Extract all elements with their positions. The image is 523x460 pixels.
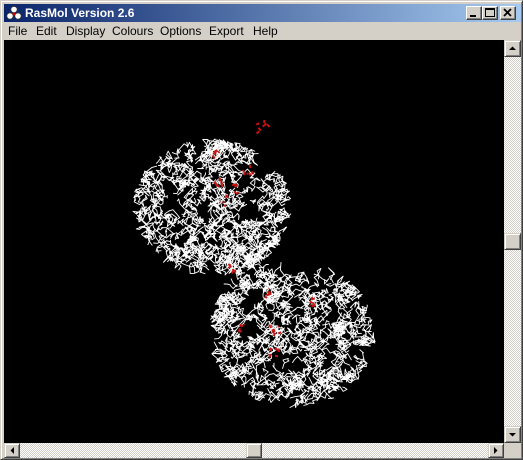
scroll-right-button[interactable]	[488, 443, 504, 458]
menu-export[interactable]: Export	[209, 24, 244, 38]
arrow-down-icon	[509, 433, 516, 437]
scroll-up-button[interactable]	[504, 40, 521, 57]
horizontal-scroll-thumb[interactable]	[246, 443, 262, 458]
size-grip	[504, 443, 521, 458]
maximize-icon	[485, 8, 495, 17]
title-bar[interactable]: RasMol Version 2.6	[4, 4, 521, 22]
minimize-button[interactable]	[466, 6, 482, 20]
arrow-up-icon	[509, 46, 516, 50]
menu-colours[interactable]: Colours	[112, 24, 153, 38]
rasmol-window: RasMol Version 2.6 File Edit Display Col…	[0, 0, 523, 460]
menu-file[interactable]: File	[8, 24, 27, 38]
scroll-left-button[interactable]	[4, 443, 20, 458]
menu-display[interactable]: Display	[66, 24, 105, 38]
vertical-scroll-thumb[interactable]	[504, 233, 521, 250]
rasmol-app-icon	[6, 5, 22, 20]
menu-help[interactable]: Help	[253, 24, 278, 38]
vertical-scrollbar[interactable]	[504, 40, 521, 443]
scroll-down-button[interactable]	[504, 426, 521, 443]
menu-options[interactable]: Options	[160, 24, 201, 38]
maximize-button[interactable]	[482, 6, 498, 20]
menu-bar: File Edit Display Colours Options Export…	[4, 22, 521, 40]
arrow-left-icon	[10, 447, 14, 454]
molecule-viewport[interactable]	[4, 40, 504, 443]
arrow-right-icon	[494, 447, 498, 454]
menu-edit[interactable]: Edit	[36, 24, 57, 38]
minimize-icon	[470, 15, 476, 17]
molecule-structure	[132, 120, 376, 408]
close-icon	[503, 8, 512, 17]
window-title: RasMol Version 2.6	[25, 6, 135, 20]
horizontal-scrollbar[interactable]	[4, 443, 504, 458]
close-button[interactable]	[500, 6, 516, 20]
